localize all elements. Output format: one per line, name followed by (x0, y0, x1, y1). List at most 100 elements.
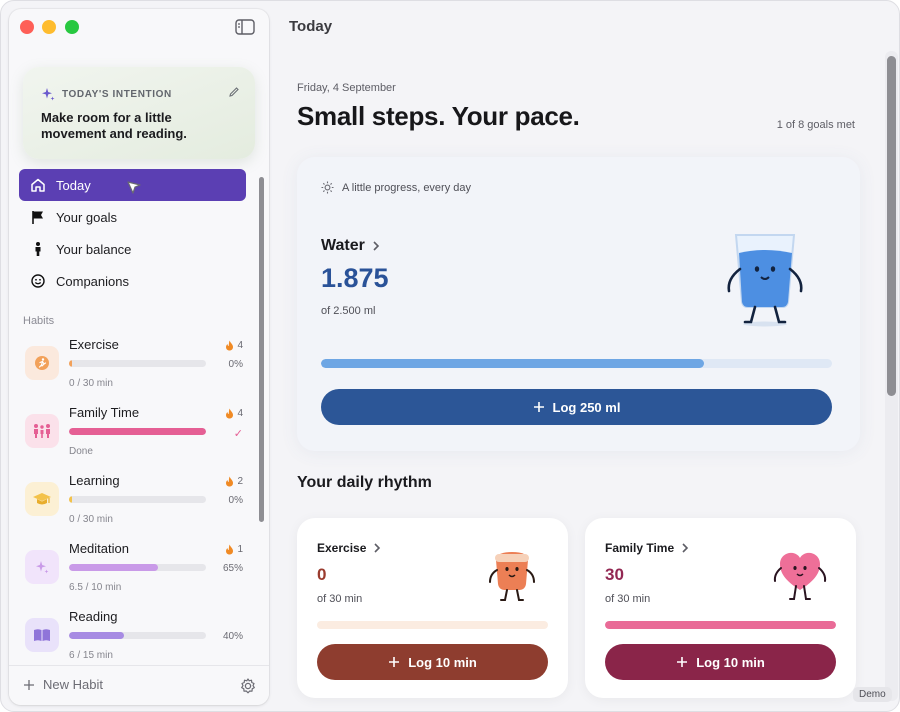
demo-badge: Demo (853, 687, 892, 702)
flame-icon (226, 544, 234, 555)
rhythm-card-value: 30 (605, 565, 624, 584)
plus-icon (677, 657, 688, 667)
habit-progress-bar (69, 496, 206, 503)
rhythm-card-value: 0 (317, 565, 327, 584)
habit-subtext: 6 / 15 min (69, 650, 113, 661)
habit-row[interactable]: Meditation 1 65% 6.5 / 10 min (23, 539, 243, 607)
log-water-label: Log 250 ml (552, 399, 621, 415)
pencil-icon[interactable] (227, 85, 241, 99)
log-exercise-label: Log 10 min (408, 654, 477, 670)
flame-icon (226, 408, 234, 419)
habit-percent: 65% (222, 563, 243, 574)
habit-streak: 4 (225, 408, 243, 419)
habit-progress-fill (69, 428, 206, 435)
chevron-right-icon (374, 543, 381, 553)
smiley-icon (30, 273, 46, 289)
rhythm-card-family-time: Family Time 30 of 30 min Log 10 min (585, 518, 856, 698)
log-family-time-label: Log 10 min (696, 654, 765, 670)
water-value: 1.875 (321, 263, 389, 293)
sidebar-item-label: Companions (56, 273, 129, 289)
habit-list: Exercise 4 0% 0 / 30 min Family Time 4 ✓… (23, 335, 243, 675)
sun-icon (321, 181, 334, 194)
habit-name: Exercise (69, 337, 119, 352)
pointer-cursor-icon (127, 181, 141, 194)
headline: Small steps. Your pace. (297, 101, 580, 131)
habit-percent: 0% (228, 495, 243, 506)
habit-name: Reading (69, 609, 118, 624)
habits-section-title: Habits (23, 315, 55, 327)
habit-streak: 1 (225, 544, 243, 555)
habit-percent: 0% (228, 359, 243, 370)
flame-icon (226, 340, 234, 351)
habit-progress-fill (69, 564, 159, 571)
main-scrollbar[interactable] (887, 56, 896, 396)
habit-subtext: 6.5 / 10 min (69, 582, 122, 593)
sidebar-item-label: Your balance (56, 241, 132, 257)
flag-icon (30, 209, 46, 225)
rhythm-card-goal: of 30 min (605, 593, 651, 605)
habit-subtext: Done (69, 446, 93, 457)
habit-name: Meditation (69, 541, 129, 556)
habit-streak-count: 2 (237, 476, 243, 487)
habit-name: Family Time (69, 405, 140, 420)
main-content: Friday, 4 September Small steps. Your pa… (277, 51, 880, 711)
water-goal: of 2.500 ml (321, 305, 376, 317)
close-window-button[interactable] (20, 20, 34, 34)
page-title: Today (289, 18, 333, 35)
rhythm-card-title-link[interactable]: Family Time (605, 541, 690, 555)
habit-row[interactable]: Family Time 4 ✓ Done (23, 403, 243, 471)
sparkle-icon (42, 88, 55, 101)
new-habit-button[interactable]: New Habit (23, 677, 103, 692)
sidebar-item-companions[interactable]: Companions (19, 265, 246, 297)
new-habit-label: New Habit (43, 677, 103, 692)
chevron-right-icon (682, 543, 689, 553)
app-window: TODAY'S INTENTION Make room for a little… (0, 0, 900, 712)
water-glass-mascot-icon (727, 234, 803, 327)
rhythm-progress-bar (605, 621, 836, 629)
minimize-window-button[interactable] (42, 20, 56, 34)
sparkle-icon (25, 550, 59, 584)
sidebar-toggle-icon[interactable] (235, 19, 255, 35)
habit-progress-bar (69, 632, 206, 639)
rhythm-card-exercise: Exercise 0 of 30 min Log 10 min (297, 518, 568, 698)
house-icon (30, 177, 46, 193)
goals-met-label: 1 of 8 goals met (776, 119, 855, 131)
habit-streak-count: 4 (237, 408, 243, 419)
sidebar-item-balance[interactable]: Your balance (19, 233, 246, 265)
book-icon (25, 618, 59, 652)
gear-icon[interactable] (239, 677, 257, 695)
rhythm-card-title-link[interactable]: Exercise (317, 541, 382, 555)
water-progress-fill (321, 359, 705, 368)
log-water-button[interactable]: Log 250 ml (321, 389, 832, 425)
person-icon (30, 241, 46, 257)
plus-icon (533, 402, 544, 412)
log-exercise-button[interactable]: Log 10 min (317, 644, 548, 680)
family-icon (25, 414, 59, 448)
sidebar-item-label: Your goals (56, 209, 117, 225)
chevron-right-icon (373, 241, 379, 251)
sidebar-item-goals[interactable]: Your goals (19, 201, 246, 233)
intention-card[interactable]: TODAY'S INTENTION Make room for a little… (23, 67, 255, 159)
habit-percent: 40% (222, 631, 243, 642)
flame-icon (226, 476, 234, 487)
exercise-mascot-icon (489, 552, 535, 601)
rhythm-card-goal: of 30 min (317, 593, 363, 605)
water-title-link[interactable]: Water (321, 237, 381, 255)
log-family-time-button[interactable]: Log 10 min (605, 644, 836, 680)
habit-name: Learning (69, 473, 120, 488)
zoom-window-button[interactable] (65, 20, 79, 34)
sidebar-footer: New Habit (9, 665, 269, 705)
water-title: Water (321, 237, 365, 254)
habit-row[interactable]: Exercise 4 0% 0 / 30 min (23, 335, 243, 403)
sidebar: TODAY'S INTENTION Make room for a little… (9, 9, 269, 705)
rhythm-progress-fill (605, 621, 836, 629)
intention-label: TODAY'S INTENTION (62, 88, 172, 100)
running-icon (25, 346, 59, 380)
graduation-cap-icon (25, 482, 59, 516)
heart-mascot-icon (773, 552, 827, 600)
habit-progress-bar (69, 428, 206, 435)
sidebar-scrollbar[interactable] (259, 177, 264, 522)
water-tagline: A little progress, every day (342, 181, 472, 194)
rhythm-title: Your daily rhythm (297, 474, 432, 491)
habit-row[interactable]: Learning 2 0% 0 / 30 min (23, 471, 243, 539)
